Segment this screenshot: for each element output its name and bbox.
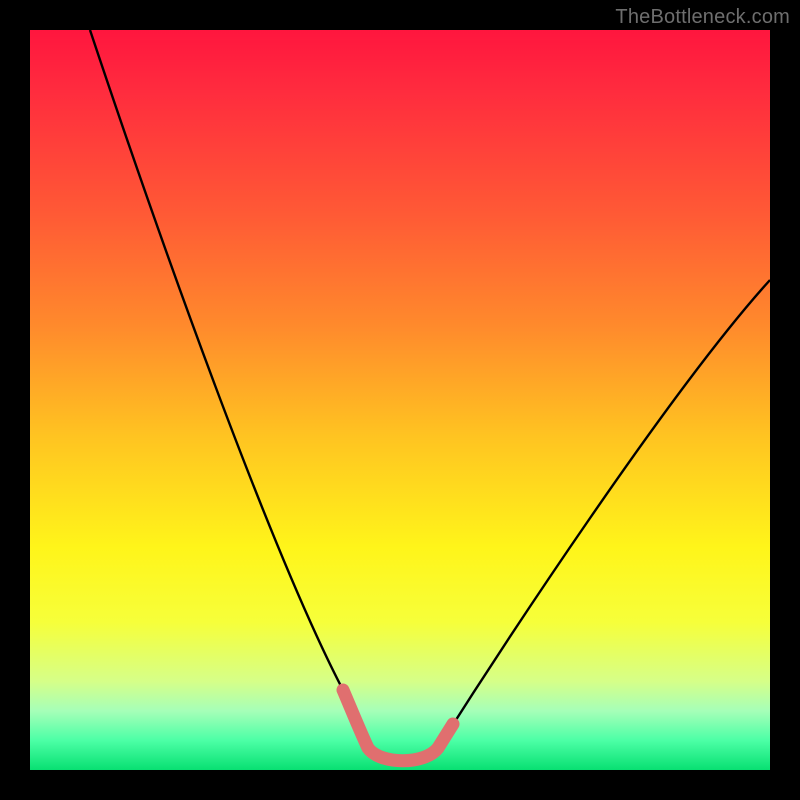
curve-right	[438, 280, 770, 748]
curve-left	[90, 30, 368, 748]
plot-area	[30, 30, 770, 770]
bottom-marker-band	[343, 690, 453, 761]
curve-layer	[30, 30, 770, 770]
watermark-text: TheBottleneck.com	[615, 6, 790, 29]
chart-frame: TheBottleneck.com	[0, 0, 800, 800]
